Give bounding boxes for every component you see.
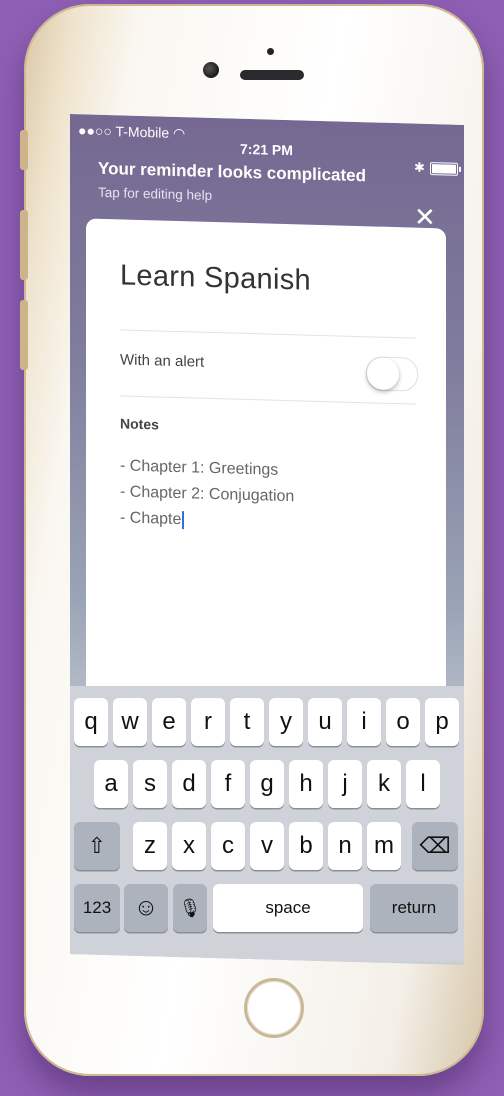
key-p[interactable]: p bbox=[425, 698, 459, 746]
alert-toggle[interactable] bbox=[366, 356, 418, 392]
keyboard-row-3: ⇧ z x c v b n m ⌫ bbox=[70, 822, 464, 870]
key-e[interactable]: e bbox=[152, 698, 186, 746]
key-f[interactable]: f bbox=[211, 760, 245, 808]
proximity-sensor bbox=[267, 48, 274, 55]
key-m[interactable]: m bbox=[367, 822, 401, 870]
key-d[interactable]: d bbox=[172, 760, 206, 808]
keyboard-row-4: 123 ☺ 🎙 space return bbox=[70, 884, 464, 932]
earpiece-speaker bbox=[240, 70, 304, 80]
delete-key[interactable]: ⌫ bbox=[412, 822, 458, 870]
key-a[interactable]: a bbox=[94, 760, 128, 808]
banner-subtitle[interactable]: Tap for editing help bbox=[98, 185, 212, 203]
key-g[interactable]: g bbox=[250, 760, 284, 808]
key-z[interactable]: z bbox=[133, 822, 167, 870]
volume-up-button bbox=[20, 210, 28, 280]
microphone-icon[interactable]: 🎙 bbox=[173, 884, 207, 932]
phone-screen: ●●○○ T-Mobile ◠ 7:21 PM ✱ Your reminder … bbox=[70, 114, 464, 966]
volume-down-button bbox=[20, 300, 28, 370]
note-line-text: - Chapte bbox=[120, 509, 182, 529]
keyboard-row-1: q w e r t y u i o p bbox=[70, 698, 464, 746]
key-c[interactable]: c bbox=[211, 822, 245, 870]
bluetooth-icon: ✱ bbox=[414, 159, 425, 175]
key-s[interactable]: s bbox=[133, 760, 167, 808]
front-camera-icon bbox=[203, 62, 219, 78]
home-button[interactable] bbox=[244, 978, 304, 1038]
key-n[interactable]: n bbox=[328, 822, 362, 870]
return-key[interactable]: return bbox=[370, 884, 458, 932]
key-b[interactable]: b bbox=[289, 822, 323, 870]
key-v[interactable]: v bbox=[250, 822, 284, 870]
notes-textarea[interactable]: - Chapter 1: Greetings - Chapter 2: Conj… bbox=[120, 453, 294, 536]
key-r[interactable]: r bbox=[191, 698, 225, 746]
space-key[interactable]: space bbox=[213, 884, 363, 932]
key-w[interactable]: w bbox=[113, 698, 147, 746]
divider bbox=[120, 329, 416, 339]
key-q[interactable]: q bbox=[74, 698, 108, 746]
note-line-current: - Chapte bbox=[120, 505, 294, 536]
battery-icon bbox=[430, 162, 458, 176]
key-o[interactable]: o bbox=[386, 698, 420, 746]
key-h[interactable]: h bbox=[289, 760, 323, 808]
toggle-knob bbox=[367, 357, 399, 391]
key-i[interactable]: i bbox=[347, 698, 381, 746]
key-x[interactable]: x bbox=[172, 822, 206, 870]
mute-switch bbox=[20, 130, 28, 170]
key-t[interactable]: t bbox=[230, 698, 264, 746]
alert-label: With an alert bbox=[120, 351, 205, 371]
divider bbox=[120, 395, 416, 405]
carrier-signal: ●●○○ T-Mobile ◠ bbox=[78, 122, 186, 142]
notes-label: Notes bbox=[120, 415, 159, 433]
key-u[interactable]: u bbox=[308, 698, 342, 746]
keyboard: q w e r t y u i o p a s d f g h j k l ⇧ … bbox=[70, 686, 464, 962]
text-caret bbox=[182, 510, 185, 529]
status-time: 7:21 PM bbox=[240, 140, 293, 159]
key-j[interactable]: j bbox=[328, 760, 362, 808]
keyboard-row-2: a s d f g h j k l bbox=[70, 760, 464, 808]
key-l[interactable]: l bbox=[406, 760, 440, 808]
key-y[interactable]: y bbox=[269, 698, 303, 746]
numbers-key[interactable]: 123 bbox=[74, 884, 120, 932]
key-k[interactable]: k bbox=[367, 760, 401, 808]
reminder-title[interactable]: Learn Spanish bbox=[120, 259, 311, 297]
shift-key[interactable]: ⇧ bbox=[74, 822, 120, 870]
reminder-card: Learn Spanish With an alert Notes - Chap… bbox=[86, 218, 446, 749]
emoji-icon[interactable]: ☺ bbox=[124, 884, 168, 932]
